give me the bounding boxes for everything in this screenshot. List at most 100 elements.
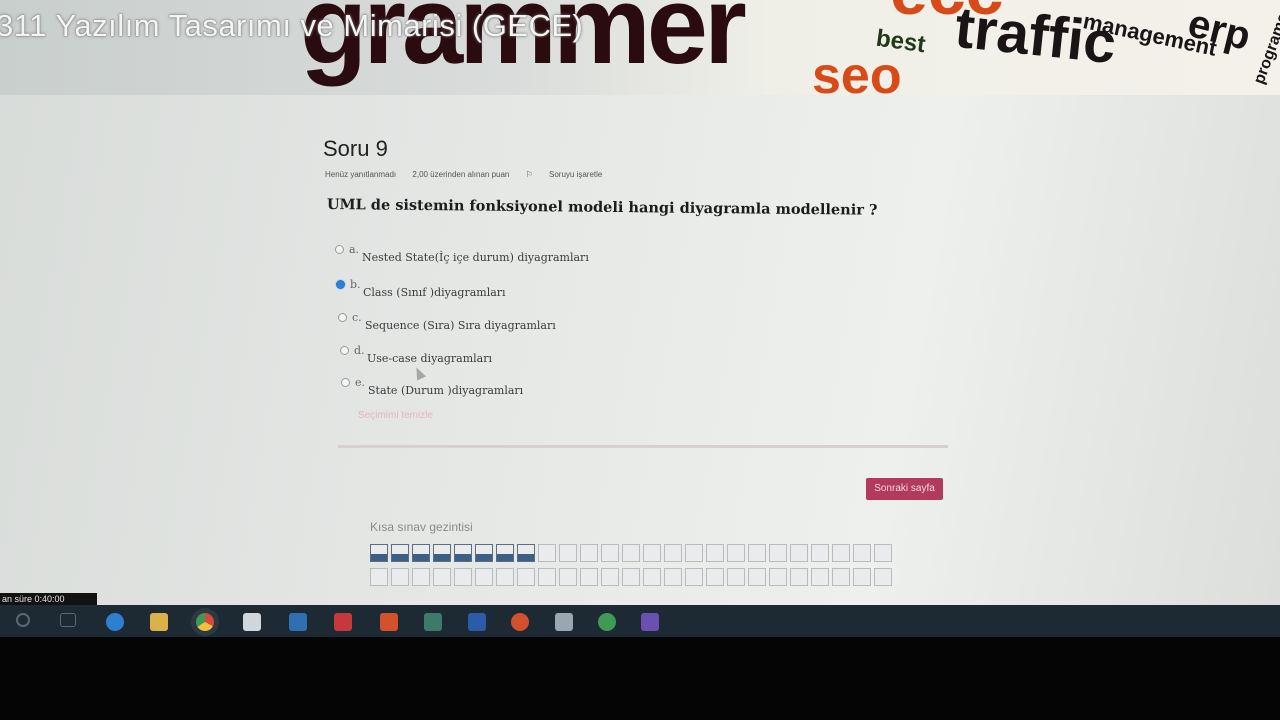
next-page-button[interactable]: Sonraki sayfa xyxy=(866,478,943,500)
browser-viewport: grammer traffic management erp programs … xyxy=(0,0,1280,605)
quiz-nav-question-box[interactable] xyxy=(769,544,787,562)
banner-word: seo xyxy=(812,47,902,95)
quiz-nav-question-box[interactable] xyxy=(874,568,892,586)
question-text: UML de sistemin fonksiyonel modeli hangi… xyxy=(326,196,878,219)
option-label: Use-case diyagramları xyxy=(367,352,492,365)
clear-choice-link[interactable]: Seçimimi temizle xyxy=(358,410,433,421)
quiz-nav-question-box[interactable] xyxy=(496,544,514,562)
quiz-navigation-title: Kısa sınav gezintisi xyxy=(370,520,473,534)
flag-icon: ⚐ xyxy=(525,170,535,179)
quiz-nav-question-box[interactable] xyxy=(748,544,766,562)
quiz-nav-question-box[interactable] xyxy=(601,568,619,586)
flag-question-label: Soruyu işaretle xyxy=(549,170,603,179)
mouse-cursor xyxy=(411,365,427,381)
option-letter: d. xyxy=(354,344,365,357)
calendar-icon[interactable] xyxy=(334,613,352,631)
quiz-nav-question-box[interactable] xyxy=(832,568,850,586)
visual-studio-icon[interactable] xyxy=(641,613,659,631)
quiz-nav-question-box[interactable] xyxy=(412,544,430,562)
office-icon[interactable] xyxy=(380,613,398,631)
quiz-nav-question-box[interactable] xyxy=(580,568,598,586)
quiz-nav-question-box[interactable] xyxy=(706,568,724,586)
quiz-nav-question-box[interactable] xyxy=(559,544,577,562)
radio-button[interactable] xyxy=(340,346,349,355)
radio-button[interactable] xyxy=(338,313,347,322)
course-banner: grammer traffic management erp programs … xyxy=(0,0,1280,95)
radio-button-selected[interactable] xyxy=(336,280,345,289)
quiz-nav-question-box[interactable] xyxy=(601,544,619,562)
quiz-nav-question-box[interactable] xyxy=(706,544,724,562)
option-label: Sequence (Sıra) Sıra diyagramları xyxy=(365,319,556,332)
chrome-icon[interactable] xyxy=(196,613,214,631)
quiz-nav-question-box[interactable] xyxy=(622,544,640,562)
quiz-nav-question-box[interactable] xyxy=(370,544,388,562)
quiz-nav-question-box[interactable] xyxy=(538,544,556,562)
edge-icon[interactable] xyxy=(106,613,124,631)
mail-icon[interactable] xyxy=(289,613,307,631)
quiz-nav-question-box[interactable] xyxy=(538,568,556,586)
quiz-nav-question-box[interactable] xyxy=(517,544,535,562)
task-view-icon[interactable] xyxy=(60,613,76,627)
quiz-nav-question-box[interactable] xyxy=(391,568,409,586)
store-icon[interactable] xyxy=(243,613,261,631)
word-icon[interactable] xyxy=(468,613,486,631)
quiz-nav-question-box[interactable] xyxy=(580,544,598,562)
quiz-nav-question-box[interactable] xyxy=(643,568,661,586)
question-info: Henüz yanıtlanmadı 2,00 üzerinden alınan… xyxy=(325,170,630,179)
app-icon[interactable] xyxy=(555,613,573,631)
radio-button[interactable] xyxy=(341,378,350,387)
question-points: 2,00 üzerinden alınan puan xyxy=(412,170,510,179)
quiz-nav-question-box[interactable] xyxy=(685,568,703,586)
option-label: Class (Sınıf )diyagramları xyxy=(363,286,506,299)
option-letter: b. xyxy=(350,278,361,291)
app-icon[interactable] xyxy=(598,613,616,631)
flag-question-link[interactable]: ⚐ Soruyu işaretle xyxy=(526,170,617,179)
quiz-nav-question-box[interactable] xyxy=(727,544,745,562)
radio-button[interactable] xyxy=(335,245,344,254)
quiz-nav-question-box[interactable] xyxy=(370,568,388,586)
windows-taskbar xyxy=(0,605,1280,637)
option-letter: a. xyxy=(349,243,360,256)
option-label: Nested State(İç içe durum) diyagramları xyxy=(362,251,589,264)
quiz-nav-question-box[interactable] xyxy=(790,544,808,562)
quiz-nav-question-box[interactable] xyxy=(874,544,892,562)
app-icon[interactable] xyxy=(424,613,442,631)
banner-word: programs xyxy=(1250,11,1280,87)
option-letter: c. xyxy=(352,311,362,324)
quiz-nav-question-box[interactable] xyxy=(664,568,682,586)
quiz-nav-question-box[interactable] xyxy=(832,544,850,562)
quiz-nav-question-box[interactable] xyxy=(475,544,493,562)
quiz-nav-question-box[interactable] xyxy=(433,568,451,586)
search-icon[interactable] xyxy=(16,613,30,627)
course-title[interactable]: 311 Yazılım Tasarımı ve Mimarisi (GECE) xyxy=(0,8,583,44)
quiz-nav-question-box[interactable] xyxy=(727,568,745,586)
time-left: an süre 0:40:00 xyxy=(0,593,97,605)
quiz-nav-question-box[interactable] xyxy=(811,568,829,586)
quiz-nav-question-box[interactable] xyxy=(496,568,514,586)
quiz-nav-question-box[interactable] xyxy=(433,544,451,562)
quiz-nav-question-box[interactable] xyxy=(559,568,577,586)
quiz-nav-question-box[interactable] xyxy=(853,544,871,562)
quiz-nav-question-box[interactable] xyxy=(853,568,871,586)
option-label: State (Durum )diyagramları xyxy=(368,384,524,397)
question-divider xyxy=(338,445,948,448)
quiz-nav-question-box[interactable] xyxy=(685,544,703,562)
file-explorer-icon[interactable] xyxy=(150,613,168,631)
quiz-nav-question-box[interactable] xyxy=(454,544,472,562)
option-letter: e. xyxy=(355,376,366,389)
quiz-nav-question-box[interactable] xyxy=(622,568,640,586)
quiz-nav-question-box[interactable] xyxy=(454,568,472,586)
monitor-bezel xyxy=(0,637,1280,720)
quiz-nav-question-box[interactable] xyxy=(790,568,808,586)
quiz-nav-question-box[interactable] xyxy=(391,544,409,562)
quiz-nav-question-box[interactable] xyxy=(748,568,766,586)
question-number: Soru 9 xyxy=(323,136,388,161)
powerpoint-icon[interactable] xyxy=(511,613,529,631)
quiz-nav-question-box[interactable] xyxy=(769,568,787,586)
quiz-nav-question-box[interactable] xyxy=(664,544,682,562)
quiz-nav-question-box[interactable] xyxy=(517,568,535,586)
quiz-nav-question-box[interactable] xyxy=(643,544,661,562)
quiz-nav-question-box[interactable] xyxy=(811,544,829,562)
quiz-nav-question-box[interactable] xyxy=(475,568,493,586)
quiz-nav-question-box[interactable] xyxy=(412,568,430,586)
